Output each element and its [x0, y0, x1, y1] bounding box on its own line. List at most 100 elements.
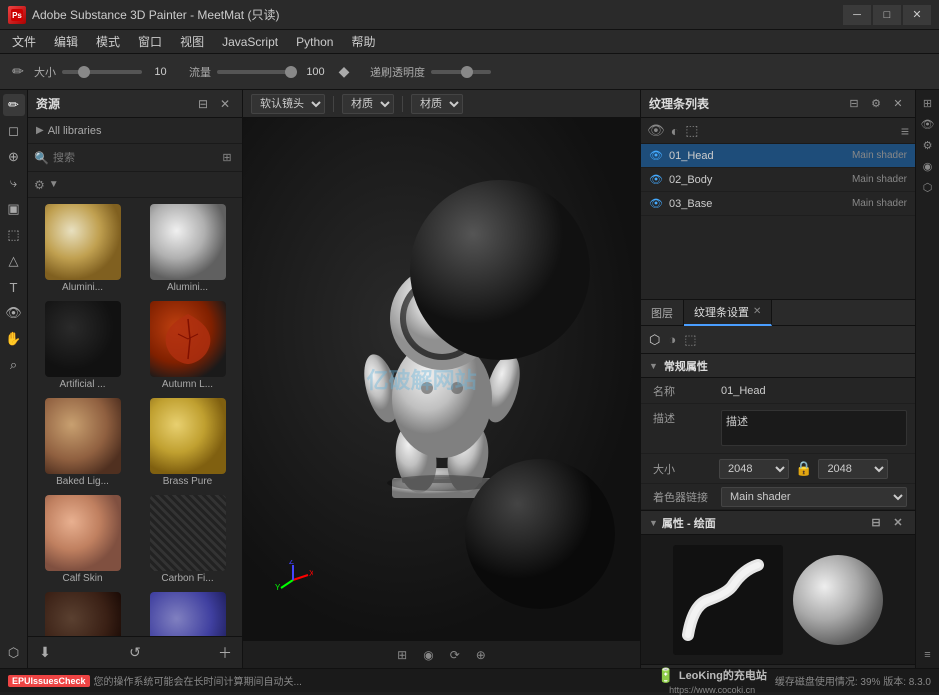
ts-filter-icon[interactable]: ≡ — [901, 123, 909, 139]
filter-row: ⚙ ▼ — [28, 172, 242, 198]
ts-attach-icon[interactable]: ⊟ — [845, 95, 863, 113]
search-input[interactable] — [53, 152, 214, 164]
ts-eye-body: 👁 — [649, 173, 663, 186]
tab-layers[interactable]: 图层 — [641, 300, 684, 326]
list-item[interactable]: Carbon Fi... — [137, 493, 238, 586]
minimize-button[interactable]: ─ — [843, 5, 871, 25]
channel1-select[interactable]: 材质 — [342, 94, 394, 114]
geometry-tool[interactable]: △ — [3, 250, 25, 272]
filter-icon[interactable]: ⚙ — [34, 178, 45, 192]
vp-icon4[interactable]: ⊕ — [476, 648, 486, 662]
smudge-tool[interactable]: ⤷ — [3, 172, 25, 194]
ts-shader-base: Main shader — [852, 198, 907, 209]
flow-group: 流量 100 ◆ — [189, 62, 354, 82]
paint-tool[interactable]: ✏ — [3, 94, 25, 116]
attr-icons: ⊟ ✕ — [867, 514, 907, 532]
ts-item-body[interactable]: 👁 02_Body Main shader — [641, 168, 915, 192]
menu-window[interactable]: 窗口 — [130, 31, 170, 52]
rt-icon3[interactable]: ⚙ — [919, 136, 937, 154]
channel2-select[interactable]: 材质 — [411, 94, 463, 114]
shader-select[interactable]: Main shader — [721, 487, 907, 507]
tab-close-icon[interactable]: ✕ — [753, 306, 761, 317]
attr-close-icon[interactable]: ✕ — [889, 514, 907, 532]
menu-python[interactable]: Python — [288, 33, 341, 51]
zoom-tool[interactable]: ⌕ — [3, 354, 25, 376]
close-button[interactable]: ✕ — [903, 5, 931, 25]
menu-bar: 文件 编辑 模式 窗口 视图 JavaScript Python 帮助 — [0, 30, 939, 54]
fill-tool[interactable]: ▣ — [3, 198, 25, 220]
ts-item-head[interactable]: 👁 01_Head Main shader — [641, 144, 915, 168]
rt-icon6[interactable]: ≡ — [919, 646, 937, 664]
tab-texture-settings[interactable]: 纹理条设置 ✕ — [684, 300, 772, 326]
breadcrumb-text[interactable]: All libraries — [48, 125, 102, 137]
search-icon: 🔍 — [34, 151, 49, 165]
text-tool[interactable]: T — [3, 276, 25, 298]
menu-mode[interactable]: 模式 — [88, 31, 128, 52]
select-tool[interactable]: ⬚ — [3, 224, 25, 246]
ts-settings-icons-row: ⬡ ◑ ⬚ — [641, 326, 915, 354]
ts-settings-icon[interactable]: ⚙ — [867, 95, 885, 113]
add-icon[interactable]: ＋ — [214, 642, 236, 664]
status-info: 缓存磁盘使用情况: 39% 版本: 8.3.0 — [775, 677, 931, 688]
size-select2[interactable]: 2048 1024 512 4096 — [818, 459, 888, 479]
panel-close-icon[interactable]: ✕ — [216, 95, 234, 113]
hand-tool[interactable]: ✋ — [3, 328, 25, 350]
ts-moon-icon[interactable]: ◐ — [671, 123, 679, 139]
right-tools-strip: ⊞ 👁 ⚙ ◉ ⬡ ≡ — [915, 90, 939, 668]
clone-tool[interactable]: ⊕ — [3, 146, 25, 168]
ts-toolbar: 👁 ◐ ⬚ ≡ — [641, 118, 915, 144]
sphere-bottom-right — [460, 454, 620, 614]
menu-help[interactable]: 帮助 — [343, 31, 383, 52]
menu-edit[interactable]: 编辑 — [46, 31, 86, 52]
ts-close-icon[interactable]: ✕ — [889, 95, 907, 113]
list-item[interactable]: Alumini... — [137, 202, 238, 295]
render-tool[interactable]: ⬡ — [3, 642, 25, 664]
rt-icon2[interactable]: 👁 — [919, 115, 937, 133]
grid-view-button[interactable]: ⊞ — [218, 149, 236, 167]
list-item[interactable]: Cobalt Pu... — [137, 590, 238, 636]
ts-settings-icon-bake[interactable]: ◑ — [668, 332, 676, 347]
material-grid: Alumini... Alumini... Artificial ... — [28, 198, 242, 636]
ts-item-base[interactable]: 👁 03_Base Main shader — [641, 192, 915, 216]
maximize-button[interactable]: □ — [873, 5, 901, 25]
menu-javascript[interactable]: JavaScript — [214, 33, 286, 51]
panel-attach-icon[interactable]: ⊟ — [194, 95, 212, 113]
window-controls: ─ □ ✕ — [843, 5, 931, 25]
ts-settings-icon-uvs[interactable]: ⬚ — [684, 332, 696, 348]
lock-icon[interactable]: 🔒 — [795, 460, 812, 477]
list-item[interactable]: Alumini... — [32, 202, 133, 295]
rt-icon5[interactable]: ⬡ — [919, 178, 937, 196]
vp-icon3[interactable]: ⟳ — [450, 648, 460, 662]
list-item[interactable]: Baked Lig... — [32, 396, 133, 489]
list-item[interactable]: Brass Pure — [137, 396, 238, 489]
opacity-slider[interactable] — [431, 70, 491, 74]
refresh-icon[interactable]: ↺ — [124, 642, 146, 664]
vp-icon1[interactable]: ⊞ — [397, 648, 407, 662]
ts-square-icon[interactable]: ⬚ — [685, 122, 698, 139]
list-item[interactable]: Artificial ... — [32, 299, 133, 392]
rt-icon4[interactable]: ◉ — [919, 157, 937, 175]
eye-tool[interactable]: 👁 — [3, 302, 25, 324]
desc-label: 描述 — [653, 410, 713, 426]
ts-settings-icon-material[interactable]: ⬡ — [649, 332, 660, 348]
flow-slider[interactable] — [217, 70, 297, 74]
import-icon[interactable]: ⬇ — [34, 642, 56, 664]
size-select1[interactable]: 2048 1024 512 4096 — [719, 459, 789, 479]
status-logo: 🔋 LeoKing的充电站 — [657, 667, 766, 684]
eraser-tool[interactable]: ◻ — [3, 120, 25, 142]
ts-eye-icon[interactable]: 👁 — [647, 122, 665, 139]
attr-attach-icon[interactable]: ⊟ — [867, 514, 885, 532]
size-slider[interactable] — [62, 70, 142, 74]
opacity-label: 递刷透明度 — [370, 64, 425, 80]
viewport-canvas[interactable]: 亿破解网站 X Y Z — [243, 118, 640, 640]
menu-view[interactable]: 视图 — [172, 31, 212, 52]
list-item[interactable]: Calf Skin — [32, 493, 133, 586]
list-item[interactable]: Coated ... — [32, 590, 133, 636]
menu-file[interactable]: 文件 — [4, 31, 44, 52]
rt-icon1[interactable]: ⊞ — [919, 94, 937, 112]
list-item[interactable]: Autumn L... — [137, 299, 238, 392]
camera-select[interactable]: 软认镜头 — [251, 94, 325, 114]
vp-icon2[interactable]: ◉ — [423, 648, 433, 662]
mat-thumb-carbon — [150, 495, 226, 571]
desc-input[interactable]: 描述 — [721, 410, 907, 446]
